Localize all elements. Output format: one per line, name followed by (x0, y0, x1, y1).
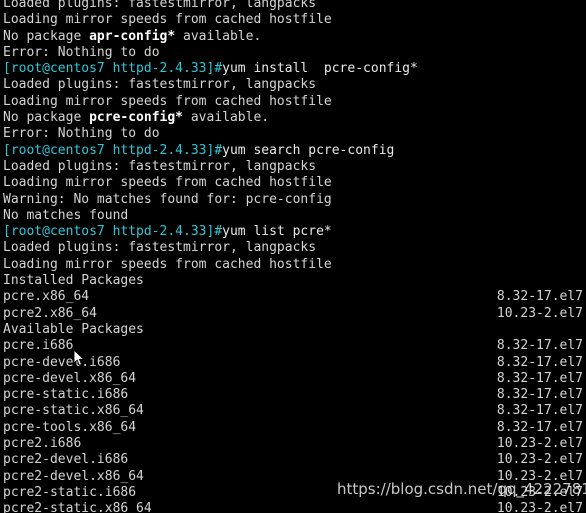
output-text: Installed Packages (3, 273, 144, 289)
package-version: 8.32-17.el7 (496, 370, 583, 386)
package-list-row: pcre-tools.x86_64 8.32-17.el7 (3, 420, 586, 436)
package-version: 8.32-17.el7 (496, 403, 583, 419)
output-text: Error: Nothing to do (3, 44, 160, 60)
package-name: pcre-static.i686 (3, 387, 129, 403)
package-list-row: pcre-devel.x86_64 8.32-17.el7 (3, 371, 586, 387)
package-name: pcre2-devel.i686 (3, 452, 129, 468)
package-list-row: pcre2-devel.x86_64 10.23-2.el7 (3, 469, 586, 485)
package-version: 10.23-2.el7 (496, 501, 583, 513)
package-version: 8.32-17.el7 (496, 387, 583, 403)
output-text: No package (3, 28, 90, 44)
terminal-command-line: [root@centos7 httpd-2.4.33]#yum search p… (3, 143, 586, 159)
output-text: available. (175, 28, 262, 44)
package-list-row: pcre2-static.i686 10.23-2.el7 (3, 485, 586, 501)
package-list-row: pcre2-devel.i686 10.23-2.el7 (3, 452, 586, 468)
package-name: pcre-devel.i686 (3, 354, 121, 370)
terminal-screen[interactable]: Loaded plugins: fastestmirror, langpacks… (3, 0, 586, 513)
terminal-output-line: Loading mirror speeds from cached hostfi… (3, 175, 586, 191)
terminal-output-line: No package pcre-config* available. (3, 110, 586, 126)
shell-command-text: yum list pcre* (222, 224, 332, 240)
terminal-command-line: [root@centos7 httpd-2.4.33]#yum list pcr… (3, 224, 586, 240)
terminal-output-line: No matches found (3, 208, 586, 224)
package-name: pcre2.i686 (3, 436, 82, 452)
terminal-window[interactable]: Loaded plugins: fastestmirror, langpacks… (0, 0, 586, 513)
terminal-output-line: Error: Nothing to do (3, 126, 586, 142)
terminal-output-line: Loaded plugins: fastestmirror, langpacks (3, 159, 586, 175)
package-list-row: pcre-static.x86_64 8.32-17.el7 (3, 403, 586, 419)
package-list-row: pcre2.i686 10.23-2.el7 (3, 436, 586, 452)
package-version: 8.32-17.el7 (496, 419, 583, 435)
package-list-row: pcre.x86_64 8.32-17.el7 (3, 289, 586, 305)
package-name: pcre-static.x86_64 (3, 403, 144, 419)
output-text: Loaded plugins: fastestmirror, langpacks (3, 77, 317, 93)
output-text: Loaded plugins: fastestmirror, langpacks (3, 0, 317, 11)
terminal-output-line: Warning: No matches found for: pcre-conf… (3, 192, 586, 208)
package-name: pcre2-static.x86_64 (3, 501, 152, 513)
package-list-row: pcre2-static.x86_64 10.23-2.el7 (3, 501, 586, 513)
shell-command-text: yum search pcre-config (222, 142, 395, 158)
package-list-row: pcre.i686 8.32-17.el7 (3, 338, 586, 354)
output-text: No matches found (3, 207, 129, 223)
package-name: pcre.i686 (3, 338, 74, 354)
shell-prompt: [root@centos7 httpd-2.4.33]# (3, 61, 223, 77)
package-name: pcre2-static.i686 (3, 484, 137, 500)
terminal-output-line: No package apr-config* available. (3, 29, 586, 45)
package-name-emphasis: pcre-config* (89, 110, 184, 126)
terminal-output-line: Error: Nothing to do (3, 45, 586, 61)
terminal-output-line: Loaded plugins: fastestmirror, langpacks (3, 240, 586, 256)
output-text: Loaded plugins: fastestmirror, langpacks (3, 240, 317, 256)
output-text: Loaded plugins: fastestmirror, langpacks (3, 158, 317, 174)
package-version: 8.32-17.el7 (496, 338, 583, 354)
package-list-row: pcre-devel.i686 8.32-17.el7 (3, 355, 586, 371)
package-name: pcre2.x86_64 (3, 305, 97, 321)
output-text: Loading mirror speeds from cached hostfi… (3, 175, 332, 191)
shell-prompt: [root@centos7 httpd-2.4.33]# (3, 224, 223, 240)
terminal-output-line: Loading mirror speeds from cached hostfi… (3, 12, 586, 28)
terminal-output-line: Loaded plugins: fastestmirror, langpacks (3, 77, 586, 93)
output-text: Loading mirror speeds from cached hostfi… (3, 256, 332, 272)
output-text: Available Packages (3, 321, 144, 337)
package-version: 10.23-2.el7 (496, 436, 583, 452)
package-name-emphasis: apr-config* (89, 28, 176, 44)
output-text: Error: Nothing to do (3, 126, 160, 142)
output-text: No package (3, 110, 90, 126)
terminal-output-line: Available Packages (3, 322, 586, 338)
output-text: Loading mirror speeds from cached hostfi… (3, 12, 332, 28)
package-version: 10.23-2.el7 (496, 468, 583, 484)
package-version: 8.32-17.el7 (496, 289, 583, 305)
package-name: pcre-tools.x86_64 (3, 419, 137, 435)
package-name: pcre.x86_64 (3, 289, 90, 305)
terminal-output-line: Loading mirror speeds from cached hostfi… (3, 257, 586, 273)
terminal-output-line: Installed Packages (3, 273, 586, 289)
terminal-output-line: Loading mirror speeds from cached hostfi… (3, 94, 586, 110)
output-text: Loading mirror speeds from cached hostfi… (3, 93, 332, 109)
package-list-row: pcre-static.i686 8.32-17.el7 (3, 387, 586, 403)
terminal-output-line: Loaded plugins: fastestmirror, langpacks (3, 0, 586, 12)
output-text: Warning: No matches found for: pcre-conf… (3, 191, 332, 207)
package-list-row: pcre2.x86_64 10.23-2.el7 (3, 306, 586, 322)
shell-prompt: [root@centos7 httpd-2.4.33]# (3, 142, 223, 158)
package-name: pcre2-devel.x86_64 (3, 468, 144, 484)
terminal-command-line: [root@centos7 httpd-2.4.33]#yum install … (3, 61, 586, 77)
package-version: 10.23-2.el7 (496, 484, 583, 500)
output-text: available. (183, 110, 270, 126)
package-version: 10.23-2.el7 (496, 452, 583, 468)
package-version: 8.32-17.el7 (496, 354, 583, 370)
package-version: 10.23-2.el7 (496, 305, 583, 321)
shell-command-text: yum install pcre-config* (222, 61, 418, 77)
package-name: pcre-devel.x86_64 (3, 370, 137, 386)
